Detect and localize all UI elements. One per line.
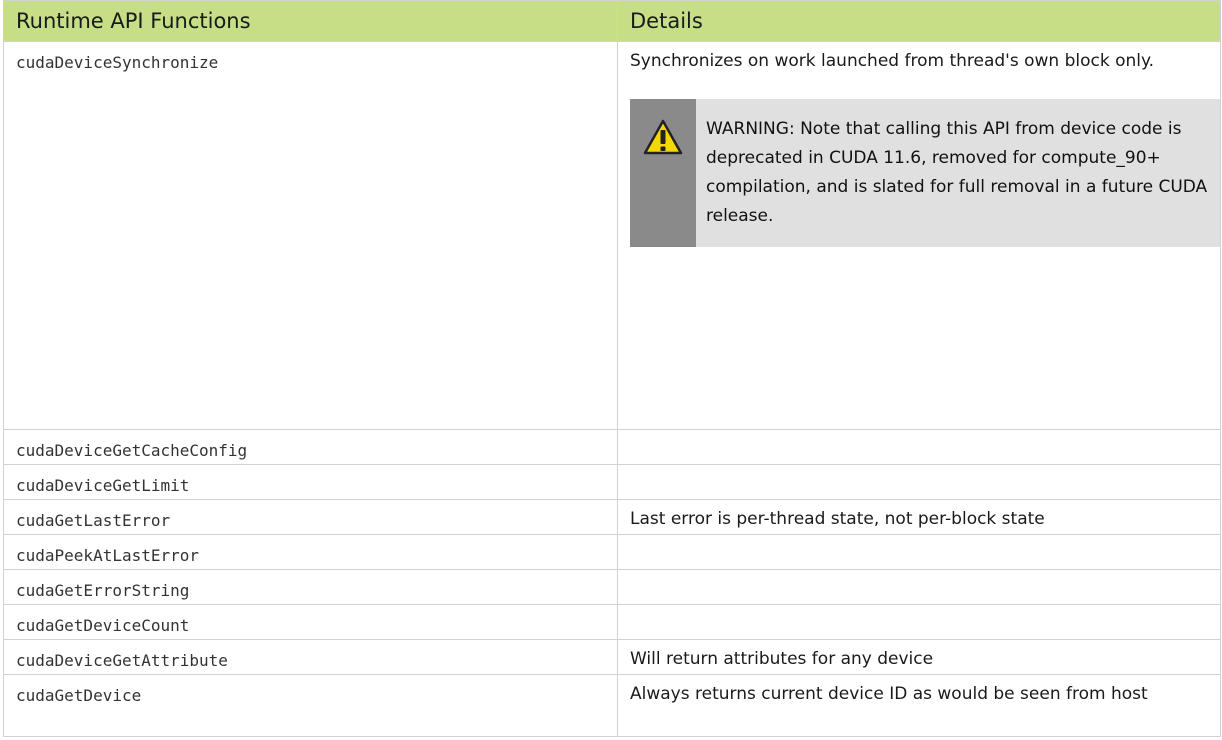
warning-text: WARNING: Note that calling this API from… [706, 119, 1208, 226]
table-row: cudaDeviceGetLimit [3, 464, 1221, 500]
table-row: cudaGetErrorString [3, 569, 1221, 605]
function-detail: Will return attributes for any device [617, 639, 1221, 675]
table-row: cudaGetLastError Last error is per-threa… [3, 499, 1221, 535]
function-name: cudaDeviceGetCacheConfig [3, 429, 618, 465]
function-detail [617, 534, 1221, 570]
function-detail [617, 464, 1221, 500]
header-functions: Runtime API Functions [3, 0, 618, 42]
table-row: cudaGetDeviceCount [3, 604, 1221, 640]
warning-callout: WARNING: Note that calling this API from… [630, 99, 1220, 247]
function-name: cudaPeekAtLastError [3, 534, 618, 570]
function-detail: Synchronizes on work launched from threa… [617, 41, 1221, 430]
function-name: cudaDeviceSynchronize [3, 41, 618, 430]
table-row: cudaPeekAtLastError [3, 534, 1221, 570]
function-detail: Last error is per-thread state, not per-… [617, 499, 1221, 535]
function-name: cudaGetDeviceCount [3, 604, 618, 640]
header-details: Details [617, 0, 1221, 42]
function-detail [617, 604, 1221, 640]
function-detail [617, 429, 1221, 465]
table-row: cudaGetDevice Always returns current dev… [3, 674, 1221, 737]
table-row: cudaDeviceGetAttribute Will return attri… [3, 639, 1221, 675]
detail-text: Synchronizes on work launched from threa… [630, 51, 1155, 71]
function-name: cudaGetErrorString [3, 569, 618, 605]
function-name: cudaGetDevice [3, 674, 618, 737]
function-name: cudaGetLastError [3, 499, 618, 535]
api-table: Runtime API Functions Details cudaDevice… [3, 0, 1221, 737]
warning-triangle-icon [643, 119, 683, 155]
function-detail [617, 569, 1221, 605]
table-row: cudaDeviceSynchronize Synchronizes on wo… [3, 41, 1221, 430]
table-row: cudaDeviceGetCacheConfig [3, 429, 1221, 465]
warning-bar [630, 99, 696, 247]
function-detail: Always returns current device ID as woul… [617, 674, 1221, 737]
function-name: cudaDeviceGetAttribute [3, 639, 618, 675]
function-name: cudaDeviceGetLimit [3, 464, 618, 500]
header-row: Runtime API Functions Details [3, 0, 1221, 42]
